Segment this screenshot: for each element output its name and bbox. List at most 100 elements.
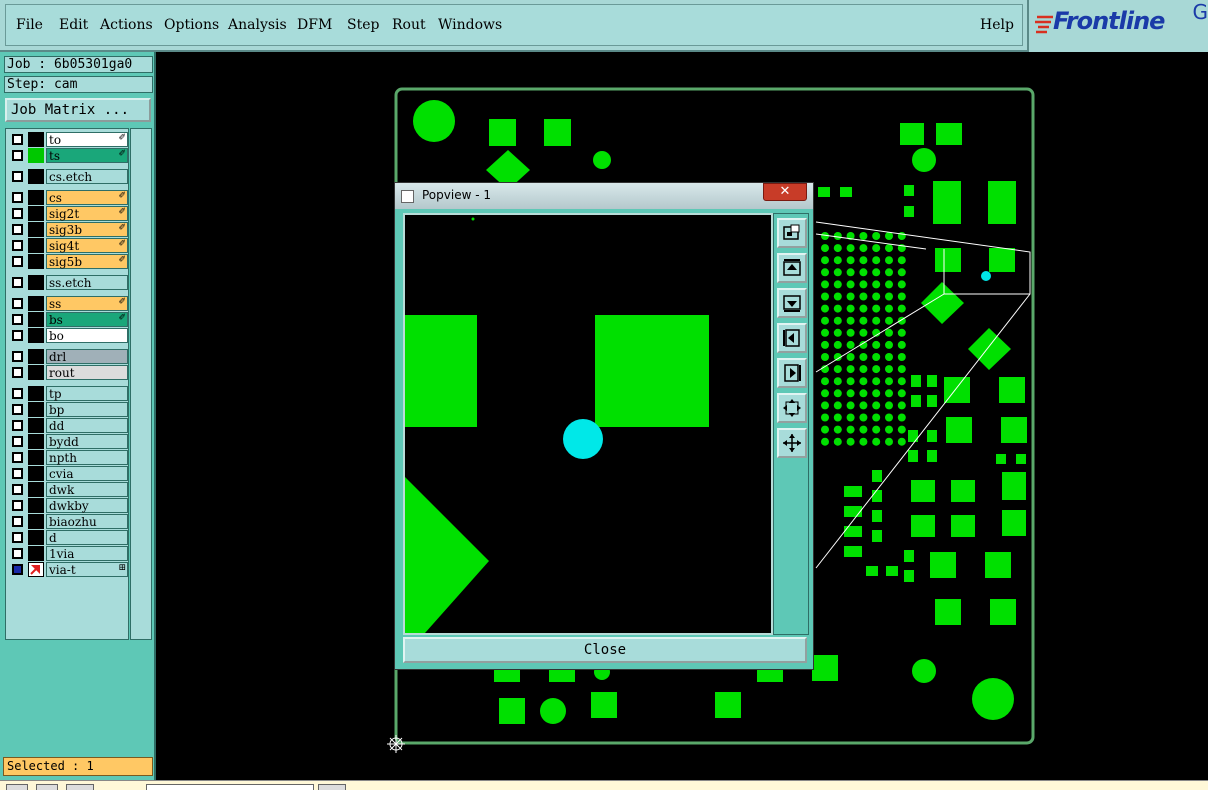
layer-color-swatch[interactable] <box>28 434 44 449</box>
layer-name[interactable]: sig2t <box>46 206 128 221</box>
taskbar-button[interactable] <box>6 784 28 790</box>
layer-checkbox[interactable] <box>12 532 23 543</box>
menu-options[interactable]: Options <box>164 17 219 33</box>
layer-checkbox[interactable] <box>12 367 23 378</box>
layer-checkbox[interactable] <box>12 404 23 415</box>
layer-name[interactable]: ss <box>46 296 128 311</box>
layer-color-swatch[interactable] <box>28 132 44 147</box>
layer-checkbox[interactable] <box>12 208 23 219</box>
layer-color-swatch[interactable] <box>28 466 44 481</box>
layer-checkbox[interactable] <box>12 516 23 527</box>
layer-row-cs[interactable]: cs ✐ <box>10 190 128 205</box>
menu-help[interactable]: Help <box>980 17 1014 33</box>
layer-color-swatch[interactable] <box>28 238 44 253</box>
layer-checkbox[interactable] <box>12 564 23 575</box>
layer-name[interactable]: cs <box>46 190 128 205</box>
layer-row-dwk[interactable]: dwk <box>10 482 128 497</box>
layer-color-swatch[interactable] <box>28 450 44 465</box>
menu-dfm[interactable]: DFM <box>297 17 332 33</box>
layer-checkbox[interactable] <box>12 484 23 495</box>
taskbar-button[interactable] <box>36 784 58 790</box>
menu-file[interactable]: File <box>16 17 43 33</box>
layer-name[interactable]: ts <box>46 148 128 163</box>
layer-row-bydd[interactable]: bydd <box>10 434 128 449</box>
layer-color-swatch[interactable] <box>28 169 44 184</box>
layer-color-swatch[interactable] <box>28 328 44 343</box>
layer-name[interactable]: bydd <box>46 434 128 449</box>
layer-checkbox[interactable] <box>12 330 23 341</box>
layer-color-swatch[interactable] <box>28 498 44 513</box>
pan-up-button[interactable] <box>777 253 807 283</box>
layer-checkbox[interactable] <box>12 420 23 431</box>
layer-row-sig2t[interactable]: sig2t ✐ <box>10 206 128 221</box>
layer-checkbox[interactable] <box>12 314 23 325</box>
layer-checkbox[interactable] <box>12 256 23 267</box>
layer-checkbox[interactable] <box>12 452 23 463</box>
layer-color-swatch[interactable] <box>28 418 44 433</box>
layer-name[interactable]: via-t <box>46 562 128 577</box>
layer-checkbox[interactable] <box>12 277 23 288</box>
layer-name[interactable]: dwk <box>46 482 128 497</box>
layer-name[interactable]: cvia <box>46 466 128 481</box>
layer-checkbox[interactable] <box>12 388 23 399</box>
layer-color-swatch[interactable] <box>28 402 44 417</box>
layer-color-swatch[interactable] <box>28 349 44 364</box>
taskbar-button[interactable] <box>66 784 94 790</box>
layer-name[interactable]: npth <box>46 450 128 465</box>
layer-checkbox[interactable] <box>12 171 23 182</box>
layer-row-via-t[interactable]: via-t ⊞ <box>10 562 128 577</box>
layer-color-swatch[interactable] <box>28 514 44 529</box>
layer-checkbox[interactable] <box>12 150 23 161</box>
layer-row-ss-etch[interactable]: ss.etch <box>10 275 128 290</box>
layer-row-1via[interactable]: 1via <box>10 546 128 561</box>
layer-name[interactable]: sig4t <box>46 238 128 253</box>
layer-checkbox[interactable] <box>12 351 23 362</box>
layer-name[interactable]: bs <box>46 312 128 327</box>
layer-row-bs[interactable]: bs ✐ <box>10 312 128 327</box>
pan-right-button[interactable] <box>777 358 807 388</box>
pan-down-button[interactable] <box>777 288 807 318</box>
layer-name[interactable]: rout <box>46 365 128 380</box>
layer-name[interactable]: d <box>46 530 128 545</box>
layer-color-swatch[interactable] <box>28 148 44 163</box>
popview-close-button[interactable]: Close <box>403 637 807 663</box>
layer-name[interactable]: sig5b <box>46 254 128 269</box>
layer-row-tp[interactable]: tp <box>10 386 128 401</box>
zoom-fit-button[interactable] <box>777 393 807 423</box>
layer-name[interactable]: bp <box>46 402 128 417</box>
layer-name[interactable]: 1via <box>46 546 128 561</box>
layer-name[interactable]: bo <box>46 328 128 343</box>
menu-windows[interactable]: Windows <box>438 17 502 33</box>
layer-name[interactable]: sig3b <box>46 222 128 237</box>
layer-color-swatch[interactable] <box>28 530 44 545</box>
popview-viewport[interactable] <box>403 213 773 635</box>
layer-checkbox[interactable] <box>12 192 23 203</box>
window-close-icon[interactable]: ✕ <box>763 183 807 201</box>
layer-row-dwkby[interactable]: dwkby <box>10 498 128 513</box>
layer-row-sig5b[interactable]: sig5b ✐ <box>10 254 128 269</box>
layer-row-cvia[interactable]: cvia <box>10 466 128 481</box>
layer-color-swatch[interactable] <box>28 296 44 311</box>
layer-row-ts[interactable]: ts ✐ <box>10 148 128 163</box>
layer-checkbox[interactable] <box>12 240 23 251</box>
layer-checkbox[interactable] <box>12 298 23 309</box>
layer-name[interactable]: drl <box>46 349 128 364</box>
layer-checkbox[interactable] <box>12 468 23 479</box>
layer-name[interactable]: dd <box>46 418 128 433</box>
layer-row-npth[interactable]: npth <box>10 450 128 465</box>
popview-titlebar[interactable]: Popview - 1 ✕ <box>395 183 813 209</box>
layer-checkbox[interactable] <box>12 224 23 235</box>
layer-color-swatch[interactable] <box>28 254 44 269</box>
layer-color-swatch[interactable] <box>28 562 44 577</box>
zoom-window-button[interactable] <box>777 218 807 248</box>
menu-rout[interactable]: Rout <box>392 17 426 33</box>
layer-checkbox[interactable] <box>12 134 23 145</box>
layer-name[interactable]: to <box>46 132 128 147</box>
menu-edit[interactable]: Edit <box>59 17 88 33</box>
layer-checkbox[interactable] <box>12 548 23 559</box>
layer-name[interactable]: tp <box>46 386 128 401</box>
pan-left-button[interactable] <box>777 323 807 353</box>
layer-row-biaozhu[interactable]: biaozhu <box>10 514 128 529</box>
layer-color-swatch[interactable] <box>28 386 44 401</box>
layer-row-sig3b[interactable]: sig3b ✐ <box>10 222 128 237</box>
